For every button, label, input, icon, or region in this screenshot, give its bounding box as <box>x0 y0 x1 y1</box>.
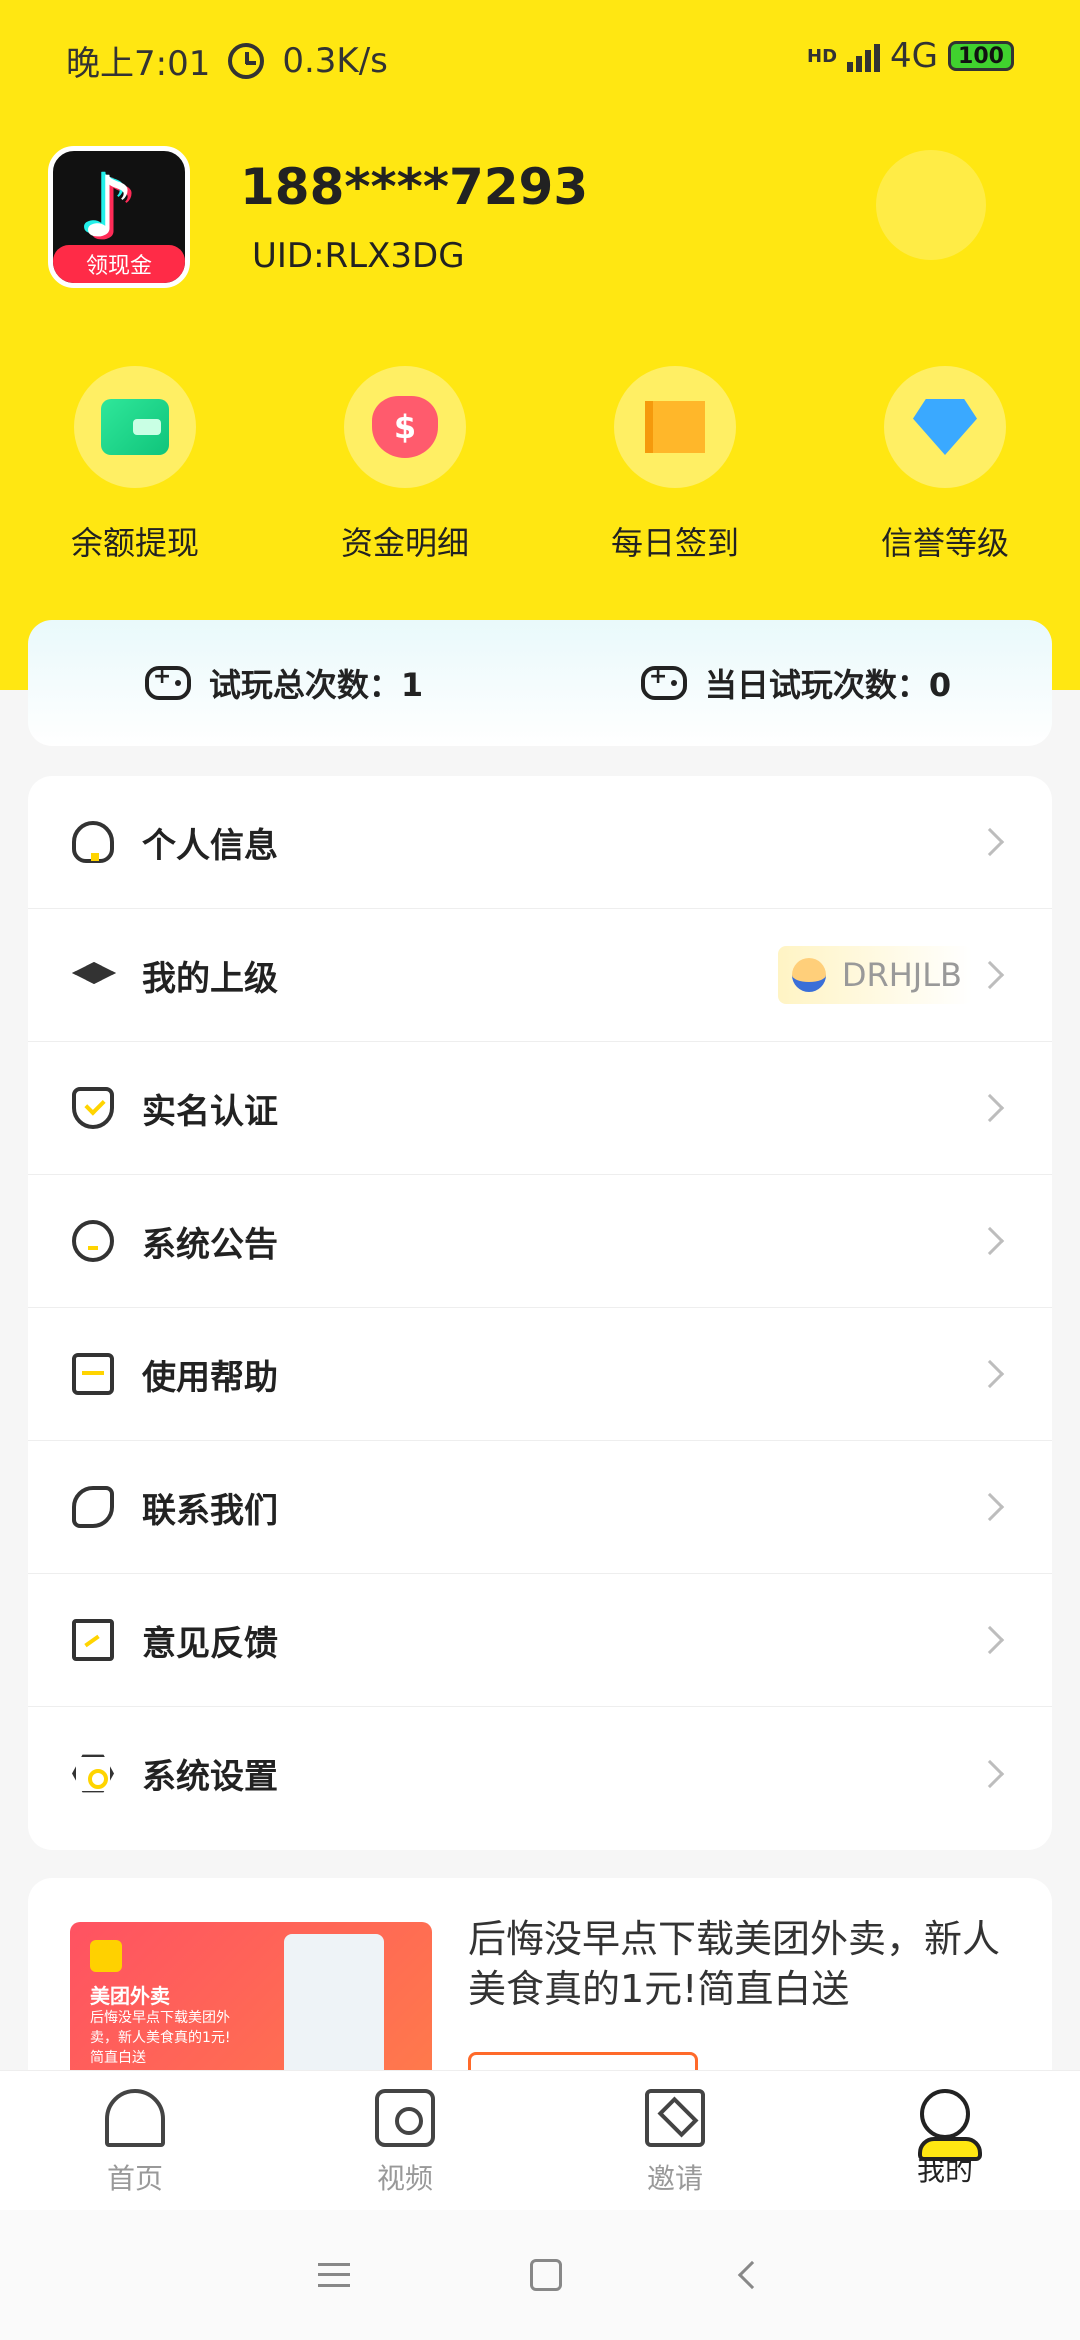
wallet-icon <box>101 399 169 455</box>
superior-tag: DRHJLB <box>777 946 972 1004</box>
menu-item-label: 使用帮助 <box>142 1357 278 1398</box>
nav-me[interactable]: 我的 <box>810 2071 1080 2210</box>
hd-label: HD <box>807 45 838 67</box>
quick-action-withdraw[interactable]: 余额提现 <box>0 366 270 564</box>
chevron-right-icon <box>975 960 1005 990</box>
gamepad-icon <box>640 664 687 700</box>
signal-icon <box>847 40 881 72</box>
menu-item-help[interactable]: 使用帮助 <box>28 1308 1052 1441</box>
menu-item-feedback[interactable]: 意见反馈 <box>28 1574 1052 1707</box>
flag-icon <box>645 401 705 453</box>
quick-action-label: 余额提现 <box>70 524 199 562</box>
chevron-right-icon <box>975 1359 1005 1389</box>
menu-item-personal-info[interactable]: 个人信息 <box>28 776 1052 909</box>
trial-today-label: 当日试玩次数：0 <box>704 666 952 704</box>
quick-action-circle <box>74 366 196 488</box>
menu-item-contact[interactable]: 联系我们 <box>28 1441 1052 1574</box>
quick-action-label: 资金明细 <box>340 524 469 562</box>
invite-icon <box>645 2089 705 2147</box>
ad-image[interactable]: 美团外卖 后悔没早点下载美团外卖，新人美食真的1元!简直白送 <box>70 1922 432 2078</box>
home-button-icon[interactable] <box>530 2259 562 2291</box>
system-navigation-bar <box>0 2210 1080 2340</box>
superior-avatar <box>791 958 826 992</box>
ad-title[interactable]: 后悔没早点下载美团外卖，新人美食真的1元!简直白送 <box>468 1914 1028 2014</box>
trial-total-label: 试玩总次数：1 <box>208 666 424 704</box>
chevron-right-icon <box>975 1093 1005 1123</box>
settings-menu: 个人信息 我的上级 DRHJLB 实名认证 系统公告 使用帮助 联系我们 意见反… <box>28 776 1052 1850</box>
ad-image-copy: 后悔没早点下载美团外卖，新人美食真的1元!简直白送 <box>90 2010 231 2066</box>
ad-brand: 美团外卖 <box>90 1984 170 2008</box>
tiktok-note-icon: ♪ <box>81 158 135 256</box>
nav-label: 邀请 <box>646 2162 703 2195</box>
menu-item-settings[interactable]: 系统设置 <box>28 1707 1052 1840</box>
home-icon <box>105 2089 165 2147</box>
meituan-logo <box>90 1940 122 1972</box>
quick-action-credit-level[interactable]: 信誉等级 <box>810 366 1080 564</box>
status-left: 晚上7:01 0.3K/s <box>66 36 388 85</box>
nav-label: 首页 <box>106 2162 163 2195</box>
menu-item-label: 联系我们 <box>142 1490 278 1531</box>
phone-icon <box>72 1486 114 1528</box>
user-icon <box>72 821 114 863</box>
edit-icon <box>72 1619 114 1661</box>
chevron-right-icon <box>975 1759 1005 1788</box>
menu-item-announcement[interactable]: 系统公告 <box>28 1175 1052 1308</box>
status-right: HD 4G 100 <box>807 36 1014 76</box>
graduation-cap-icon <box>72 954 116 996</box>
chevron-right-icon <box>975 1625 1005 1655</box>
gamepad-icon <box>144 664 191 700</box>
network-type: 4G <box>890 36 938 76</box>
menu-item-label: 系统设置 <box>142 1757 278 1797</box>
nav-video[interactable]: 视频 <box>270 2071 540 2210</box>
quick-action-circle: $ <box>344 366 466 488</box>
quick-action-circle <box>884 366 1006 488</box>
quick-action-label: 信誉等级 <box>880 524 1009 562</box>
cash-badge: 领现金 <box>53 245 185 283</box>
status-time: 晚上7:01 <box>66 44 211 84</box>
diamond-icon <box>913 399 977 455</box>
settings-icon <box>72 1754 114 1793</box>
chevron-right-icon <box>975 827 1005 857</box>
chevron-right-icon <box>975 1226 1005 1256</box>
shield-check-icon <box>72 1087 114 1129</box>
quick-action-fund-details[interactable]: $ 资金明细 <box>270 366 540 564</box>
menu-item-superior[interactable]: 我的上级 DRHJLB <box>28 909 1052 1042</box>
nav-label: 视频 <box>376 2162 433 2195</box>
profile-icon <box>918 2089 982 2161</box>
menu-item-label: 个人信息 <box>142 825 278 866</box>
help-icon <box>72 1353 114 1395</box>
mascot-icon <box>876 150 986 260</box>
superior-name: DRHJLB <box>841 956 962 994</box>
phone-number: 188****7293 <box>240 158 589 216</box>
app-avatar[interactable]: ♪ 领现金 <box>48 146 190 288</box>
ad-phone-illustration <box>284 1934 384 2078</box>
menu-item-real-name-auth[interactable]: 实名认证 <box>28 1042 1052 1175</box>
alarm-icon <box>228 42 265 79</box>
menu-item-label: 意见反馈 <box>142 1623 278 1664</box>
nav-home[interactable]: 首页 <box>0 2071 270 2210</box>
quick-action-label: 每日签到 <box>610 524 739 562</box>
video-icon <box>375 2089 435 2147</box>
trial-total: 试玩总次数：1 <box>28 620 540 746</box>
chevron-right-icon <box>975 1492 1005 1522</box>
menu-item-label: 系统公告 <box>142 1224 278 1265</box>
back-icon[interactable] <box>737 2260 767 2290</box>
quick-action-check-in[interactable]: 每日签到 <box>540 366 810 564</box>
ad-card[interactable]: 美团外卖 后悔没早点下载美团外卖，新人美食真的1元!简直白送 后悔没早点下载美团… <box>28 1878 1052 2078</box>
battery-icon: 100 <box>948 41 1014 71</box>
user-uid: UID:RLX3DG <box>252 236 465 276</box>
bottom-navigation: 首页 视频 邀请 我的 <box>0 2070 1080 2210</box>
quick-action-circle <box>614 366 736 488</box>
nav-invite[interactable]: 邀请 <box>540 2071 810 2210</box>
menu-item-label: 实名认证 <box>142 1091 278 1132</box>
menu-item-label: 我的上级 <box>142 958 278 999</box>
chat-bubble-icon <box>72 1220 114 1262</box>
money-bag-icon: $ <box>372 396 438 458</box>
trial-today: 当日试玩次数：0 <box>540 620 1052 746</box>
quick-actions: 余额提现 $ 资金明细 每日签到 信誉等级 <box>0 366 1080 564</box>
network-speed: 0.3K/s <box>282 40 388 81</box>
trial-stats-card: 试玩总次数：1 当日试玩次数：0 <box>28 620 1052 746</box>
status-bar: 晚上7:01 0.3K/s HD 4G 100 <box>0 0 1080 120</box>
recent-apps-icon[interactable] <box>318 2263 350 2287</box>
